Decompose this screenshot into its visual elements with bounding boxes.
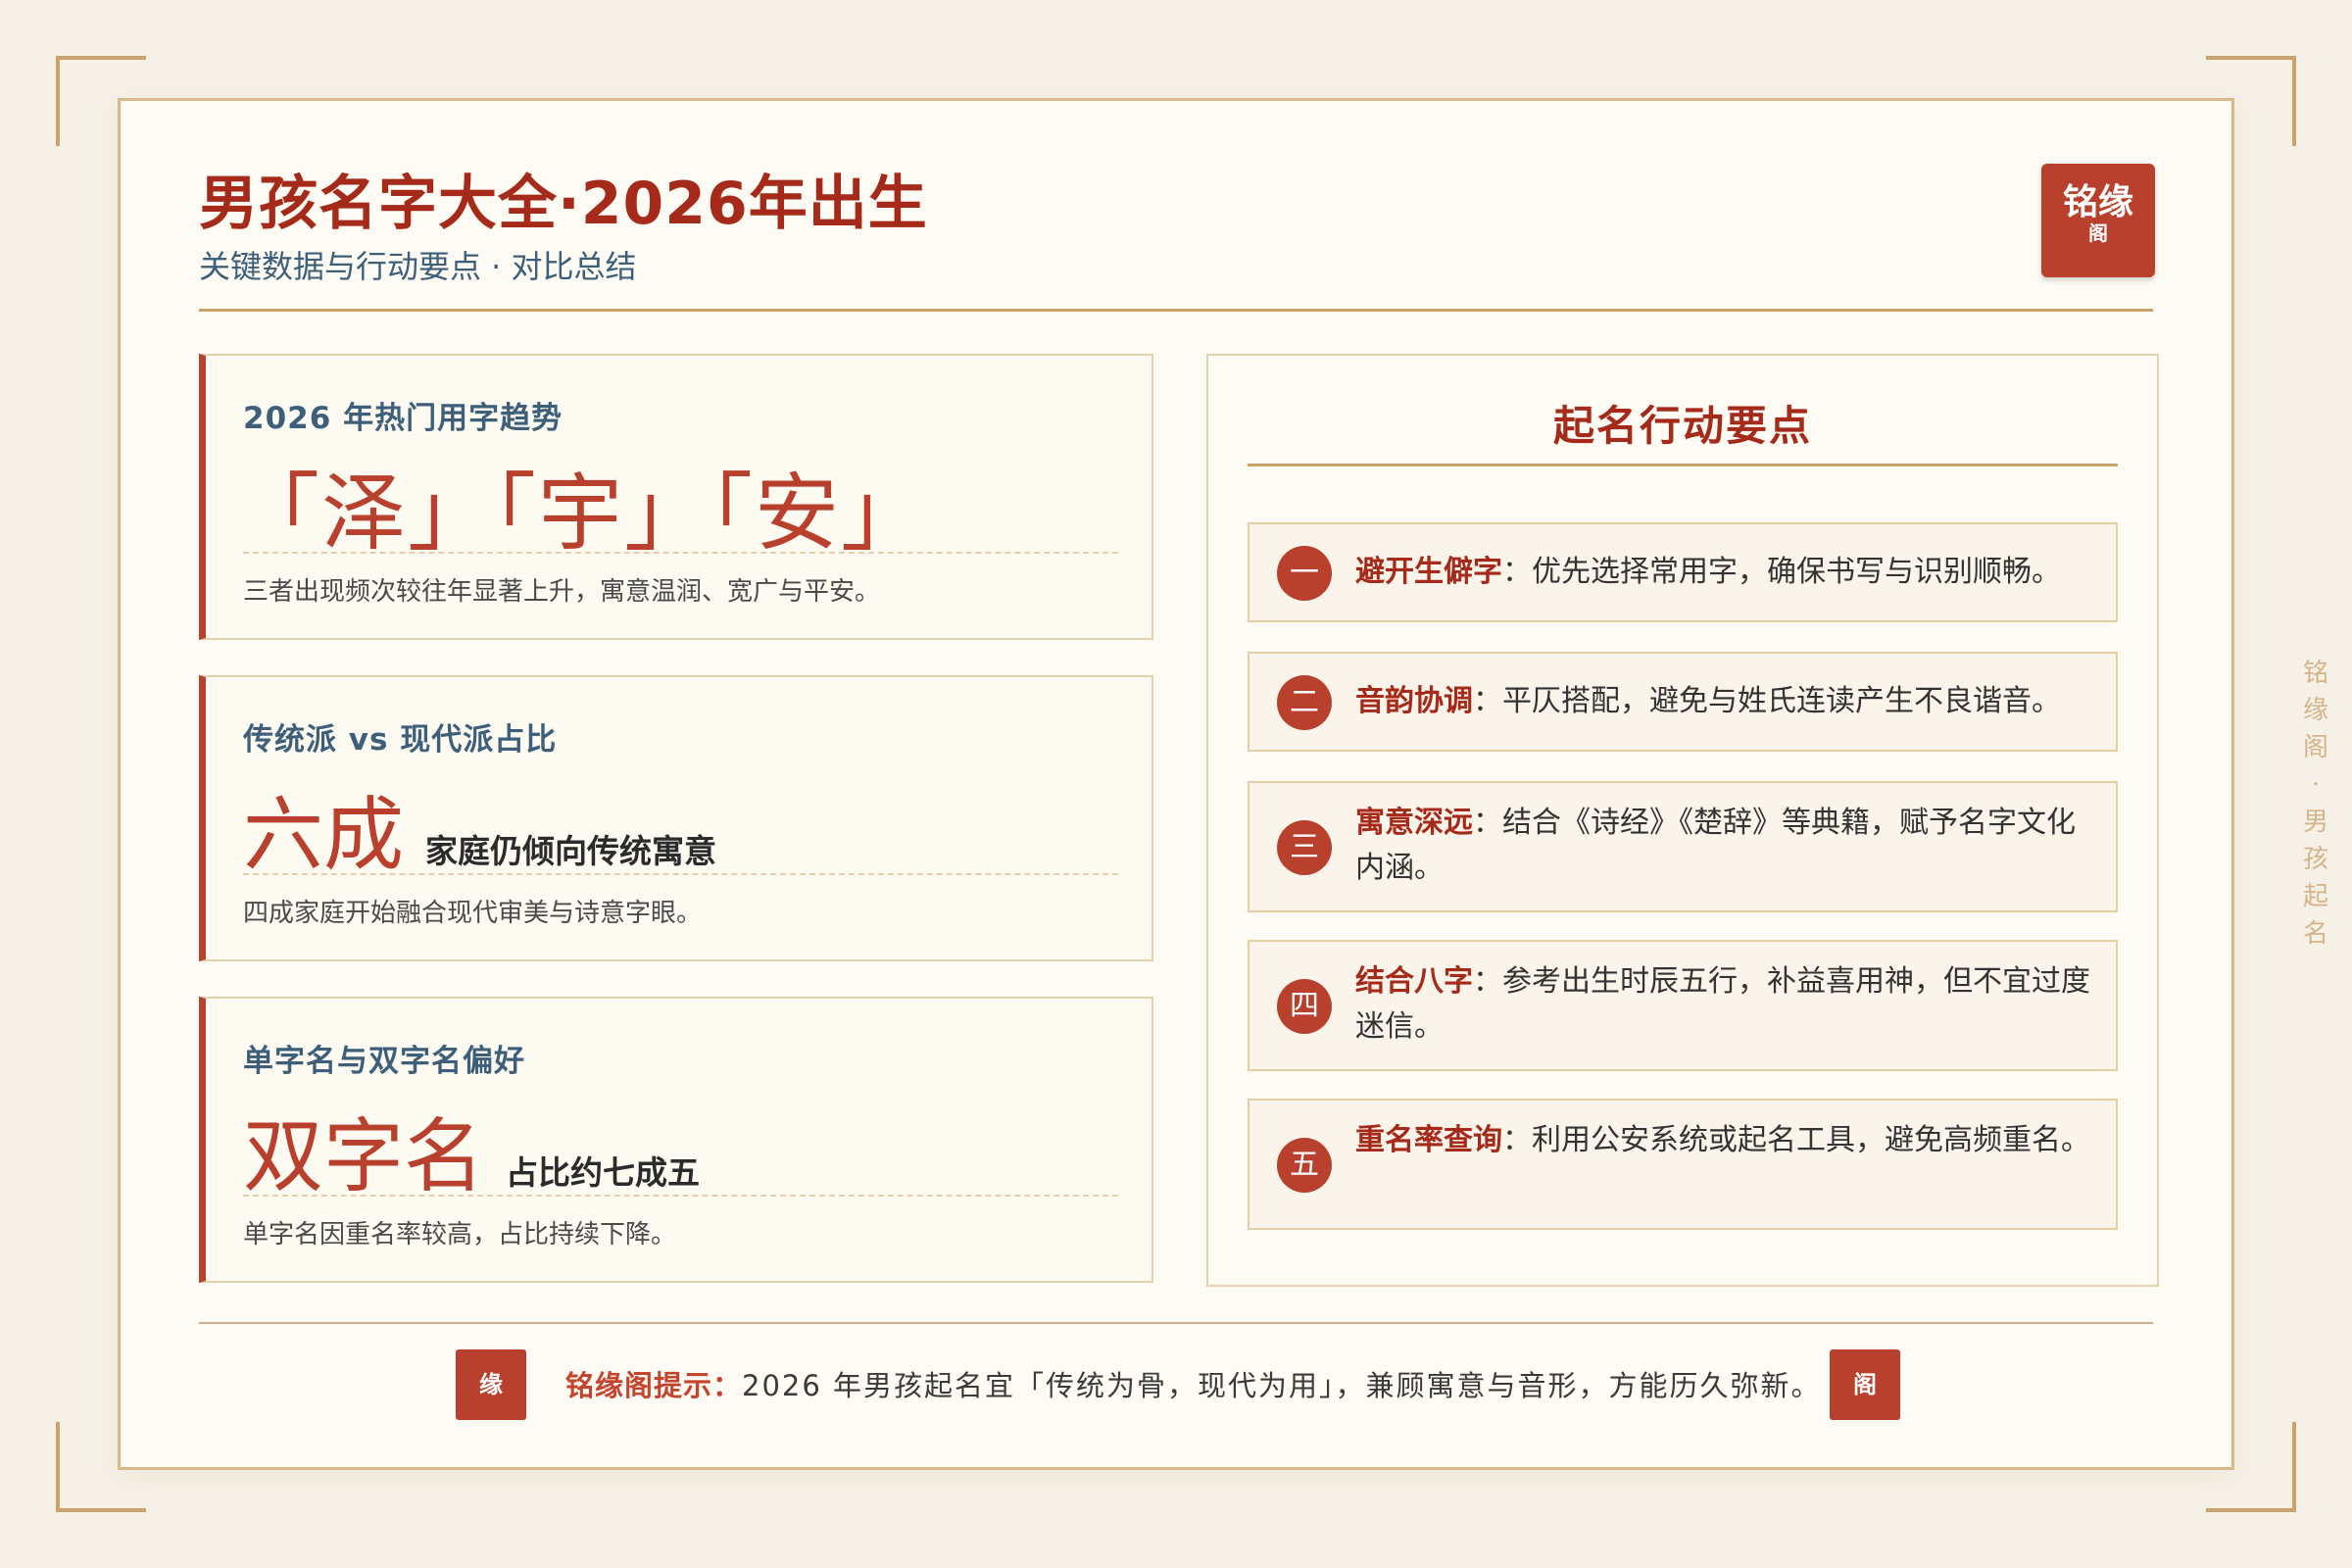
footer-tip: 铭缘阁提示：2026 年男孩起名宜「传统为骨，现代为用」，兼顾寓意与音形，方能历…	[565, 1363, 1822, 1404]
stat-card-tradition-ratio: 传统派 vs 现代派占比 六成 家庭仍倾向传统寓意 四成家庭开始融合现代审美与诗意…	[199, 675, 1153, 961]
footer-tip-text: 2026 年男孩起名宜「传统为骨，现代为用」，兼顾寓意与音形，方能历久弥新。	[742, 1369, 1822, 1402]
stat-card-name-length: 单字名与双字名偏好 双字名 占比约七成五 单字名因重名率较高，占比持续下降。	[199, 997, 1153, 1283]
action-item: 二 音韵协调：平仄搭配，避免与姓氏连读产生不良谐音。	[1248, 652, 2118, 752]
stat-big-value: 六成	[243, 789, 405, 882]
page-title: 男孩名字大全·2026年出生	[199, 170, 928, 238]
action-keyword: 结合八字	[1355, 964, 1473, 999]
action-item: 一 避开生僻字：优先选择常用字，确保书写与识别顺畅。	[1248, 522, 2118, 622]
action-number-badge: 一	[1277, 546, 1332, 601]
stat-big-row: 双字名 占比约七成五	[243, 1091, 700, 1207]
action-item: 三 寓意深远：结合《诗经》《楚辞》等典籍，赋予名字文化内涵。	[1248, 781, 2118, 912]
stat-description: 三者出现频次较往年显著上升，寓意温润、宽广与平安。	[243, 577, 881, 607]
action-detail: ：优先选择常用字，确保书写与识别顺畅。	[1502, 555, 2061, 589]
stat-divider	[243, 1195, 1118, 1197]
actions-panel: 起名行动要点 一 避开生僻字：优先选择常用字，确保书写与识别顺畅。 二 音韵协调…	[1206, 354, 2159, 1287]
stat-big-value: 「泽」「宇」「安」	[235, 465, 927, 563]
stat-divider	[243, 873, 1118, 875]
stat-description: 四成家庭开始融合现代审美与诗意字眼。	[243, 899, 703, 928]
stat-big-row: 六成 家庭仍倾向传统寓意	[243, 769, 716, 886]
brand-seal: 铭缘 阁	[2041, 164, 2155, 277]
stat-label: 单字名与双字名偏好	[243, 1044, 525, 1079]
stat-card-hot-characters: 2026 年热门用字趋势 「泽」「宇」「安」 三者出现频次较往年显著上升，寓意温…	[199, 354, 1153, 640]
action-item: 四 结合八字：参考出生时辰五行，补益喜用神，但不宜过度迷信。	[1248, 940, 2118, 1071]
action-item: 五 重名率查询：利用公安系统或起名工具，避免高频重名。	[1248, 1099, 2118, 1230]
action-number-badge: 五	[1277, 1138, 1332, 1193]
stat-description: 单字名因重名率较高，占比持续下降。	[243, 1220, 677, 1250]
footer-seal-right: 阁	[1830, 1349, 1900, 1420]
stat-note: 家庭仍倾向传统寓意	[425, 832, 717, 870]
action-keyword: 避开生僻字	[1355, 555, 1502, 589]
action-number-badge: 四	[1277, 979, 1332, 1034]
stat-divider	[243, 552, 1118, 554]
footer-divider	[199, 1322, 2153, 1324]
action-keyword: 寓意深远	[1355, 806, 1473, 840]
stat-note: 占比约七成五	[506, 1153, 701, 1192]
main-card: 男孩名字大全·2026年出生 关键数据与行动要点 · 对比总结 铭缘 阁 202…	[118, 98, 2234, 1470]
footer-tip-lead: 铭缘阁提示：	[565, 1369, 743, 1402]
stat-label: 2026 年热门用字趋势	[243, 401, 564, 436]
action-detail: ：利用公安系统或起名工具，避免高频重名。	[1502, 1123, 2090, 1157]
action-keyword: 重名率查询	[1355, 1123, 1502, 1157]
action-text: 音韵协调：平仄搭配，避免与姓氏连读产生不良谐音。	[1355, 679, 2090, 724]
action-detail: ：平仄搭配，避免与姓氏连读产生不良谐音。	[1473, 684, 2061, 718]
header-divider	[199, 309, 2153, 312]
stat-big-value: 双字名	[243, 1110, 485, 1203]
actions-title: 起名行动要点	[1552, 402, 1812, 450]
action-text: 重名率查询：利用公安系统或起名工具，避免高频重名。	[1355, 1118, 2090, 1163]
actions-divider	[1248, 464, 2118, 466]
action-number-badge: 二	[1277, 675, 1332, 730]
stat-label: 传统派 vs 现代派占比	[243, 722, 558, 758]
action-text: 寓意深远：结合《诗经》《楚辞》等典籍，赋予名字文化内涵。	[1355, 801, 2090, 891]
action-text: 结合八字：参考出生时辰五行，补益喜用神，但不宜过度迷信。	[1355, 959, 2090, 1050]
action-text: 避开生僻字：优先选择常用字，确保书写与识别顺畅。	[1355, 550, 2090, 595]
page-subtitle: 关键数据与行动要点 · 对比总结	[199, 248, 637, 285]
action-number-badge: 三	[1277, 820, 1332, 875]
footer-seal-left: 缘	[456, 1349, 526, 1420]
action-keyword: 音韵协调	[1355, 684, 1473, 718]
brand-seal-main: 铭缘	[2062, 182, 2133, 222]
brand-seal-small: 阁	[2088, 221, 2108, 245]
side-vertical-text: 铭 缘 阁 · 男 孩 起 名	[2302, 659, 2328, 949]
